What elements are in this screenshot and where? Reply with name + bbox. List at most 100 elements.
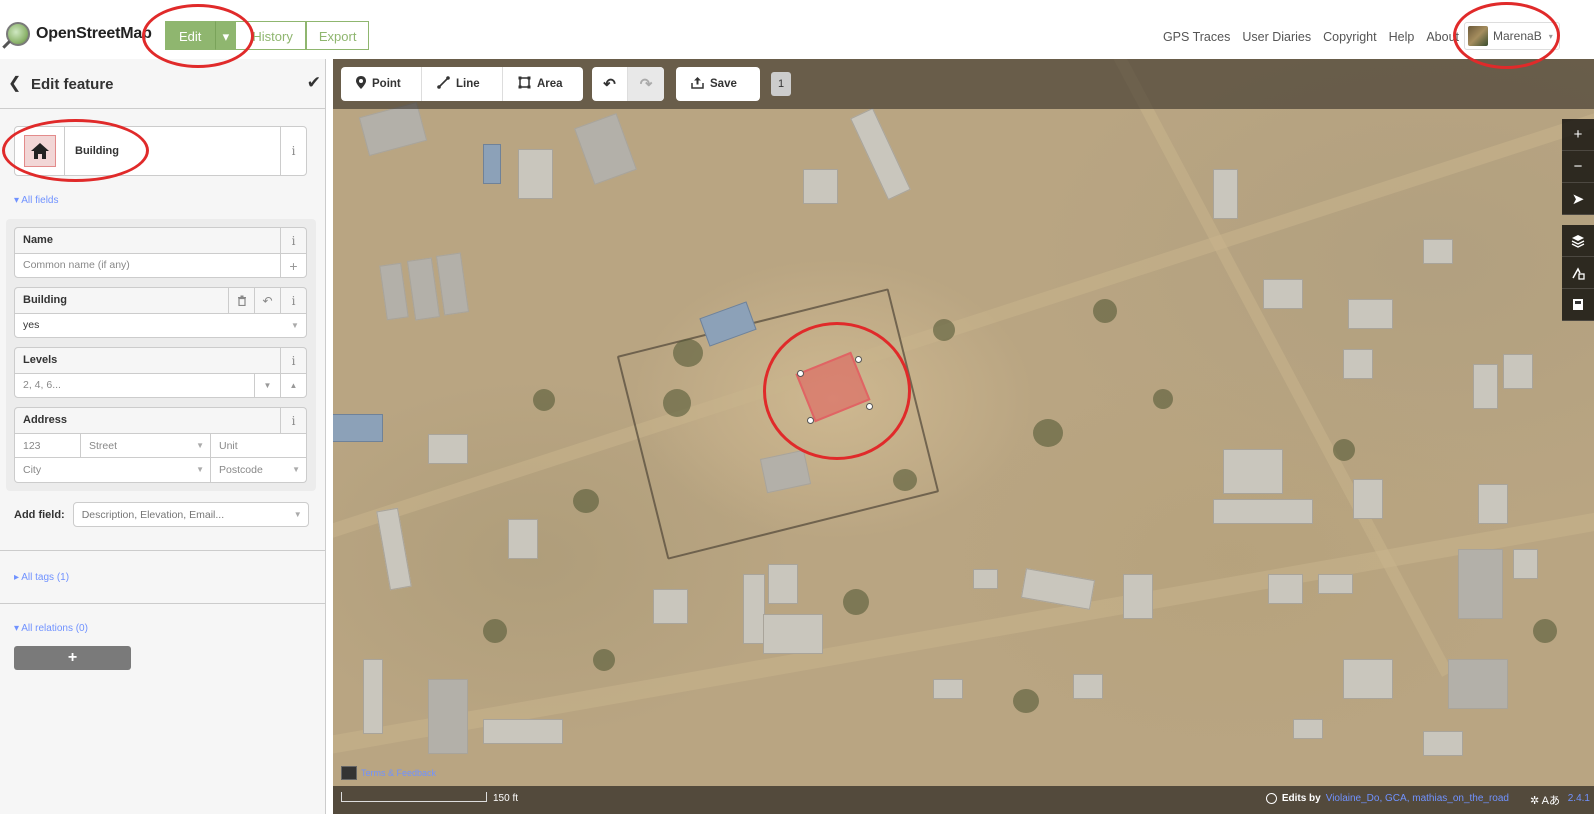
street-input[interactable]: Street ▼ <box>80 434 210 457</box>
layers-icon[interactable] <box>1562 225 1594 257</box>
house <box>379 262 409 321</box>
info-icon[interactable]: i <box>280 288 306 313</box>
info-icon[interactable]: i <box>280 228 306 253</box>
map-footer: 150 ft Edits by Violaine_Do, GCA, mathia… <box>333 786 1594 814</box>
history-icon <box>1265 793 1277 804</box>
house <box>508 519 538 559</box>
name-placeholder: Common name (if any) <box>23 259 130 271</box>
caret-down-icon: ▼ <box>292 465 300 474</box>
area-label: Area <box>537 78 563 90</box>
caret-down-icon: ▼ <box>293 510 302 519</box>
house <box>1073 674 1103 699</box>
add-relation-button[interactable]: + <box>14 646 131 670</box>
add-field: Add field: Description, Elevation, Email… <box>14 502 309 527</box>
redo-button[interactable]: ↷ <box>628 67 664 101</box>
add-field-label: Add field: <box>14 508 65 521</box>
annotation-circle-edit <box>142 4 254 68</box>
save-button[interactable]: Save <box>676 67 760 101</box>
trash-icon[interactable] <box>228 288 254 313</box>
redo-icon: ↷ <box>639 76 653 93</box>
house <box>653 589 688 624</box>
house <box>363 659 383 734</box>
point-icon <box>356 76 366 92</box>
divider <box>0 603 326 604</box>
increment-icon[interactable]: ▲ <box>280 374 306 397</box>
version-label[interactable]: 2.4.1 <box>1568 793 1590 804</box>
line-icon <box>437 76 450 92</box>
all-fields-label: All fields <box>21 195 59 206</box>
tree <box>673 339 703 367</box>
housenumber-placeholder: 123 <box>23 439 41 452</box>
link-user-diaries[interactable]: User Diaries <box>1242 30 1311 44</box>
info-icon[interactable]: i <box>280 348 306 373</box>
sidebar-title: Edit feature <box>31 76 114 93</box>
all-fields-toggle[interactable]: ▾ All fields <box>14 195 59 206</box>
chevron-left-icon[interactable]: ❮ <box>8 73 21 93</box>
line-button[interactable]: Line <box>422 67 503 101</box>
house <box>574 113 637 185</box>
house <box>1423 239 1453 264</box>
all-relations-toggle[interactable]: ▾ All relations (0) <box>14 623 88 634</box>
add-field-input[interactable]: Description, Elevation, Email... ▼ <box>72 502 309 527</box>
terms-feedback[interactable]: Terms & Feedback <box>341 766 436 780</box>
postcode-input[interactable]: Postcode ▼ <box>210 458 306 482</box>
city-placeholder: City <box>23 464 42 476</box>
zoom-out-icon[interactable]: − <box>1562 151 1594 183</box>
scale-bar[interactable] <box>341 792 487 802</box>
undo-icon[interactable]: ↶ <box>254 288 280 313</box>
check-icon[interactable]: ✔ <box>307 73 321 93</box>
tree <box>843 589 869 615</box>
decrement-icon[interactable]: ▼ <box>254 374 280 397</box>
house <box>1213 169 1238 219</box>
house <box>1353 479 1383 519</box>
map-controls: + − ➤ <box>1562 119 1594 321</box>
field-name: Name i Common name (if any) + <box>14 227 307 278</box>
undo-button[interactable]: ↶ <box>592 67 628 101</box>
plus-icon[interactable]: + <box>280 254 306 277</box>
annotation-circle-building <box>763 322 911 460</box>
house <box>803 169 838 204</box>
tree <box>663 389 691 417</box>
save-label: Save <box>710 78 737 90</box>
point-button[interactable]: Point <box>341 67 422 101</box>
brand[interactable]: OpenStreetMap <box>6 22 152 46</box>
field-levels: Levels i 2, 4, 6... ▼ ▲ <box>14 347 307 398</box>
house <box>1343 659 1393 699</box>
house <box>1348 299 1393 329</box>
street-placeholder: Street <box>89 439 118 452</box>
changes-count-badge: 1 <box>771 72 791 96</box>
undo-redo: ↶ ↷ <box>592 67 664 101</box>
name-input[interactable]: Common name (if any) + <box>14 253 307 278</box>
link-gps-traces[interactable]: GPS Traces <box>1163 30 1230 44</box>
house <box>483 719 563 744</box>
city-input[interactable]: City ▼ <box>15 458 210 482</box>
area-button[interactable]: Area <box>503 67 583 101</box>
locate-icon[interactable]: ➤ <box>1562 183 1594 215</box>
info-icon[interactable]: i <box>280 408 306 433</box>
field-label: Building <box>23 294 67 306</box>
levels-input[interactable]: 2, 4, 6... ▼ ▲ <box>14 373 307 398</box>
housenumber-input[interactable]: 123 <box>15 434 80 457</box>
info-icon[interactable]: i <box>280 127 306 175</box>
link-copyright[interactable]: Copyright <box>1323 30 1377 44</box>
building-combo[interactable]: yes ▼ <box>14 313 307 338</box>
scale-label: 150 ft <box>493 793 519 804</box>
tree <box>1333 439 1355 461</box>
unit-input[interactable]: Unit <box>210 434 306 457</box>
bug-report-icon[interactable]: ✲ Aあ <box>1530 792 1560 808</box>
map-data-icon[interactable] <box>1562 257 1594 289</box>
export-button[interactable]: Export <box>305 21 370 50</box>
zoom-in-icon[interactable]: + <box>1562 119 1594 151</box>
house <box>1318 574 1353 594</box>
link-help[interactable]: Help <box>1389 30 1415 44</box>
help-icon[interactable] <box>1562 289 1594 321</box>
map-toolbar: Point Line Area ↶ ↷ Save 1 <box>333 59 1594 109</box>
map-canvas[interactable]: Point Line Area ↶ ↷ Save 1 + − ➤ Terms &… <box>333 59 1594 814</box>
edits-by-users[interactable]: Violaine_Do, GCA, mathias_on_the_road <box>1326 793 1509 804</box>
all-tags-toggle[interactable]: ▸ All tags (1) <box>14 572 69 583</box>
field-building: Building ↶ i yes ▼ <box>14 287 307 338</box>
add-field-placeholder: Description, Elevation, Email... <box>81 508 225 521</box>
edits-by: Edits by Violaine_Do, GCA, mathias_on_th… <box>1265 793 1509 804</box>
terms-label: Terms & Feedback <box>361 768 437 778</box>
